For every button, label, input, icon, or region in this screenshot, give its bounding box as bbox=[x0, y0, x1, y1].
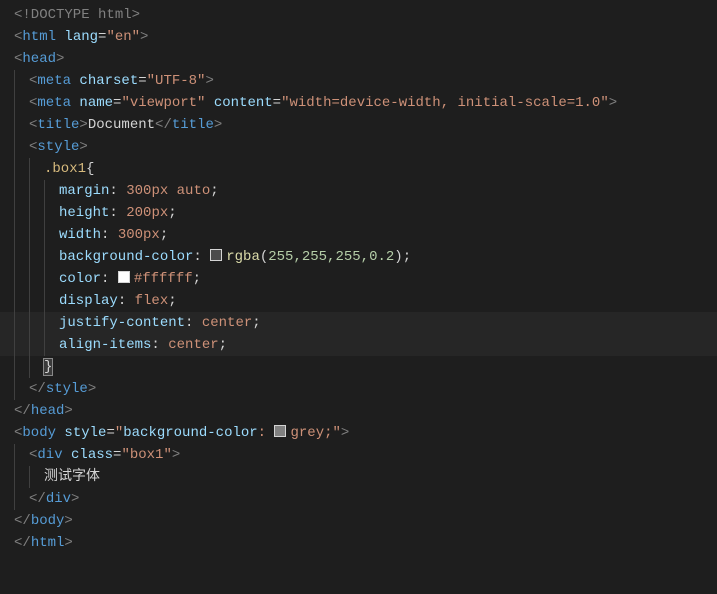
doctype: <!DOCTYPE html> bbox=[14, 7, 140, 23]
code-line: </body> bbox=[0, 510, 717, 532]
code-line: </div> bbox=[0, 488, 717, 510]
code-line: <body style="background-color: grey;"> bbox=[0, 422, 717, 444]
code-line: <style> bbox=[0, 136, 717, 158]
code-line: <meta charset="UTF-8"> bbox=[0, 70, 717, 92]
code-line: align-items: center; bbox=[0, 334, 717, 356]
code-line: .box1{ bbox=[0, 158, 717, 180]
cursor: } bbox=[44, 359, 52, 375]
code-line: color: #ffffff; bbox=[0, 268, 717, 290]
code-line: <div class="box1"> bbox=[0, 444, 717, 466]
code-line: <head> bbox=[0, 48, 717, 70]
code-line: <meta name="viewport" content="width=dev… bbox=[0, 92, 717, 114]
code-editor[interactable]: <!DOCTYPE html> <html lang="en"> <head> … bbox=[0, 4, 717, 554]
color-swatch-icon bbox=[210, 249, 222, 261]
code-line: </style> bbox=[0, 378, 717, 400]
code-line: margin: 300px auto; bbox=[0, 180, 717, 202]
code-line: </head> bbox=[0, 400, 717, 422]
code-line: </html> bbox=[0, 532, 717, 554]
code-line: <html lang="en"> bbox=[0, 26, 717, 48]
color-swatch-icon bbox=[274, 425, 286, 437]
code-line: height: 200px; bbox=[0, 202, 717, 224]
color-swatch-icon bbox=[118, 271, 130, 283]
code-line: display: flex; bbox=[0, 290, 717, 312]
code-line: 测试字体 bbox=[0, 466, 717, 488]
code-line: width: 300px; bbox=[0, 224, 717, 246]
code-line: } bbox=[0, 356, 717, 378]
code-line: <!DOCTYPE html> bbox=[0, 4, 717, 26]
code-line: background-color: rgba(255,255,255,0.2); bbox=[0, 246, 717, 268]
code-line: justify-content: center; bbox=[0, 312, 717, 334]
code-line: <title>Document</title> bbox=[0, 114, 717, 136]
